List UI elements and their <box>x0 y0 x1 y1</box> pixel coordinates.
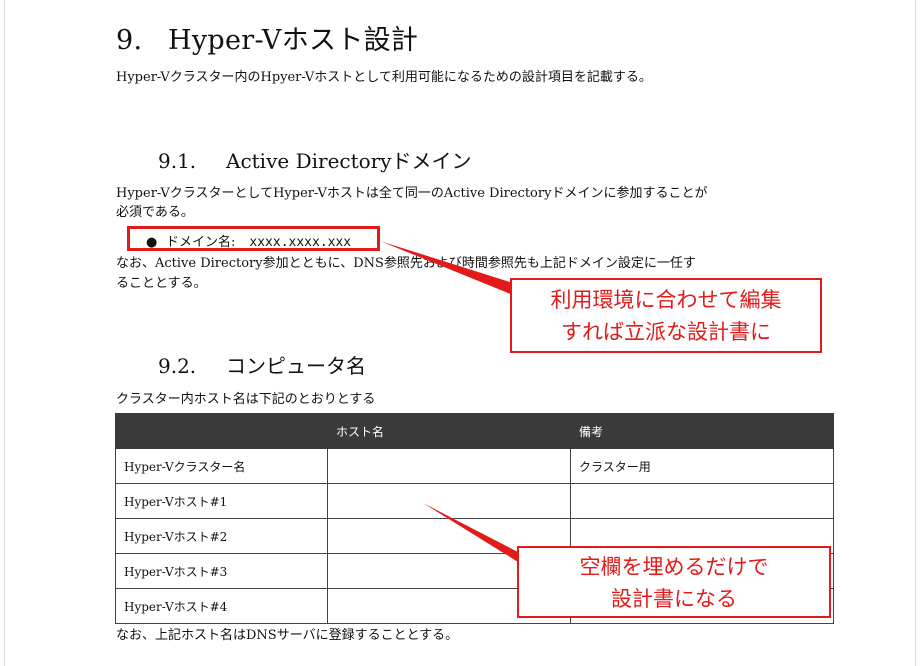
section-heading-9-1: 9.1. Active Directoryドメイン <box>158 145 472 174</box>
callout-fill-blanks-note: 空欄を埋めるだけで 設計書になる <box>517 546 831 618</box>
page-edge-left <box>4 0 5 666</box>
table-row: Hyper-Vホスト#1 <box>115 483 834 519</box>
ad-paragraph-line2: 必須である。 <box>116 205 194 220</box>
table-cell <box>327 448 571 484</box>
table-cell: Hyper-Vホスト#2 <box>115 518 328 554</box>
callout-line: 設計書になる <box>611 587 737 611</box>
heading-number: 9. <box>116 25 143 56</box>
heading-title: Hyper-Vホスト設計 <box>168 25 419 56</box>
table-row: Hyper-Vクラスター名 クラスター用 <box>115 448 834 484</box>
table-cell <box>570 483 834 519</box>
ad-note-line1: なお、Active Directory参加とともに、DNS参照先および時間参照先… <box>116 256 696 271</box>
domain-highlight-box <box>127 226 380 251</box>
table-cell: Hyper-Vクラスター名 <box>115 448 328 484</box>
ad-note-line2: ることとする。 <box>116 276 207 291</box>
table-header-cell <box>115 413 328 449</box>
callout-edit-note: 利用環境に合わせて編集 すれば立派な設計書に <box>510 278 822 353</box>
table-cell: Hyper-Vホスト#4 <box>115 588 328 624</box>
callout-line: 利用環境に合わせて編集 <box>550 288 782 312</box>
table-header-cell: ホスト名 <box>327 413 571 449</box>
section-heading-9-2: 9.2. コンピュータ名 <box>158 350 366 379</box>
subheading-number: 9.1. <box>158 149 197 173</box>
table-cell <box>327 483 571 519</box>
callout-line: すれば立派な設計書に <box>561 320 771 344</box>
ad-paragraph-line1: Hyper-VクラスターとしてHyper-Vホストは全て同一のActive Di… <box>116 186 708 201</box>
page-edge-right <box>915 0 916 666</box>
subheading-title: コンピュータ名 <box>226 354 366 378</box>
section-heading-9: 9. Hyper-Vホスト設計 <box>116 18 418 57</box>
table-cell: Hyper-Vホスト#3 <box>115 553 328 589</box>
callout-line: 空欄を埋めるだけで <box>579 555 769 579</box>
table-header-row: ホスト名 備考 <box>115 413 834 449</box>
subheading-title: Active Directoryドメイン <box>226 149 472 173</box>
table-header-cell: 備考 <box>570 413 834 449</box>
hostname-footer-note: なお、上記ホスト名はDNSサーバに登録することとする。 <box>116 628 459 643</box>
table-cell: クラスター用 <box>570 448 834 484</box>
subheading-number: 9.2. <box>158 354 197 378</box>
hostname-paragraph: クラスター内ホスト名は下記のとおりとする <box>116 392 376 407</box>
table-cell: Hyper-Vホスト#1 <box>115 483 328 519</box>
intro-paragraph: Hyper-Vクラスター内のHpyer-Vホストとして利用可能になるための設計項… <box>116 70 652 85</box>
